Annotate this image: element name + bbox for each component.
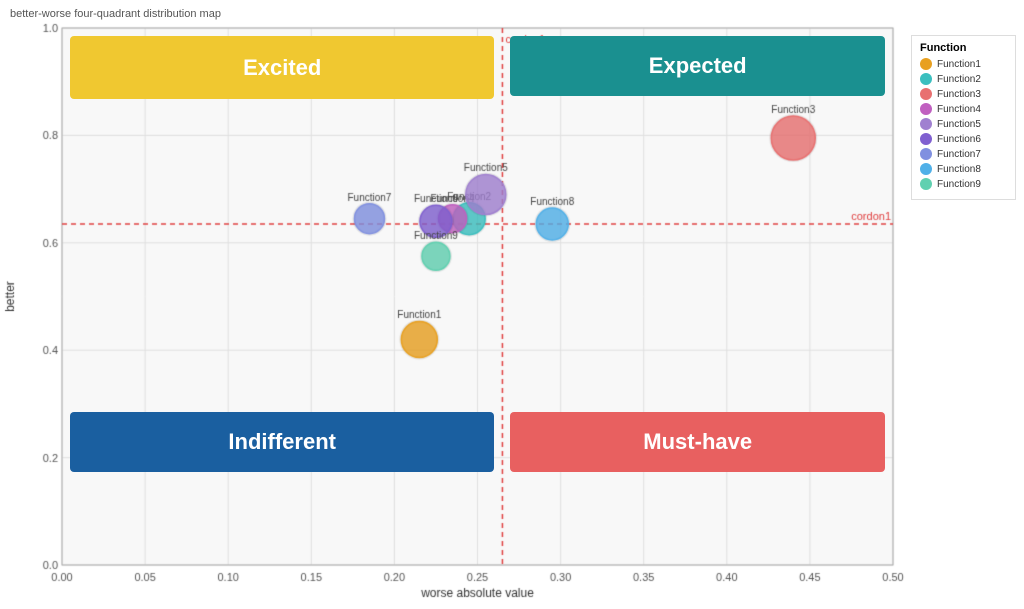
quadrant-excited: Excited [70, 36, 494, 99]
legend-item: Function8 [920, 163, 1007, 175]
legend-title: Function [920, 42, 1007, 54]
quadrant-indifferent: Indifferent [70, 412, 494, 472]
legend-item: Function1 [920, 58, 1007, 70]
legend-item: Function6 [920, 133, 1007, 145]
legend-items: Function1 Function2 Function3 Function4 Func… [920, 58, 1007, 190]
chart-container: better-worse four-quadrant distribution … [0, 0, 1024, 609]
legend-item: Function9 [920, 178, 1007, 190]
legend: Function Function1Function2Function3Func… [911, 35, 1016, 200]
quadrant-must-have: Must-have [510, 412, 885, 472]
legend-item: Function4 [920, 103, 1007, 115]
legend-item: Function3 [920, 88, 1007, 100]
legend-item: Function2 [920, 73, 1007, 85]
legend-item: Function7 [920, 148, 1007, 160]
quadrant-expected: Expected [510, 36, 885, 96]
legend-item: Function5 [920, 118, 1007, 130]
